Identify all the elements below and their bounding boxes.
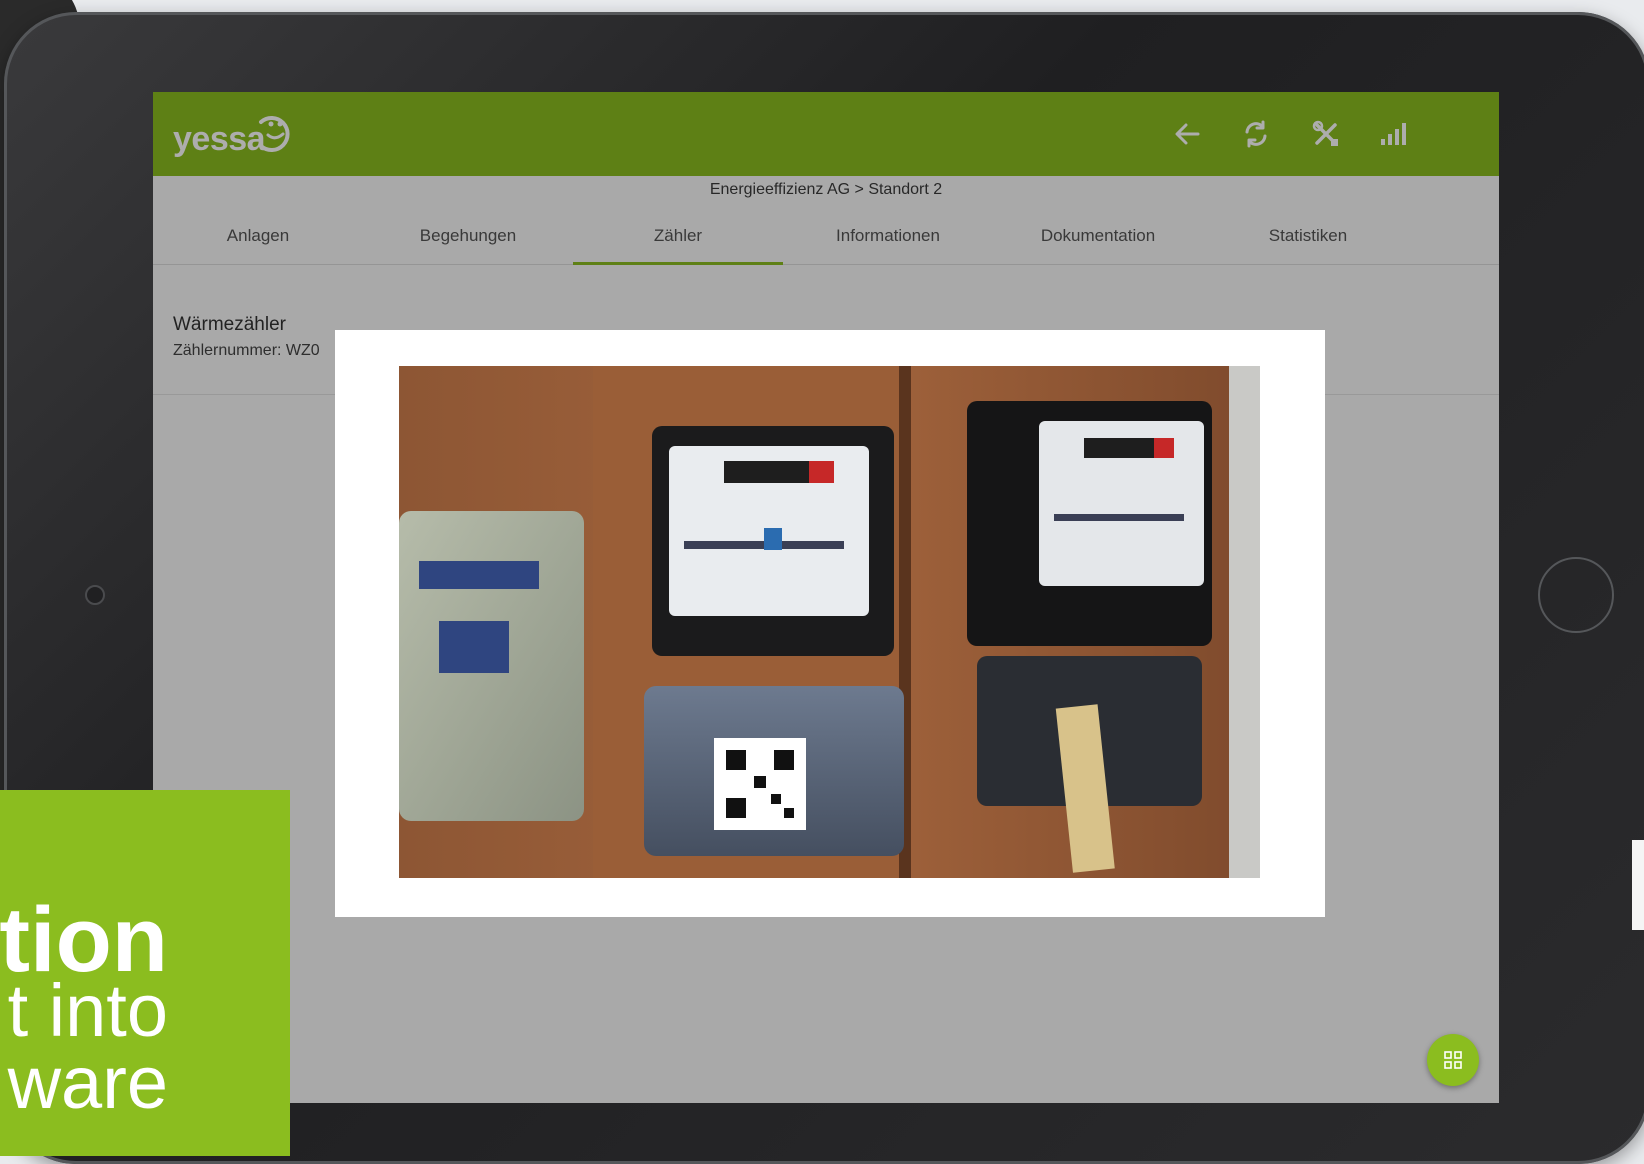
promo-line-3: ware [7,1041,168,1124]
promo-banner: tion t into ware [0,790,290,1156]
camera-icon [85,585,105,605]
meter-photo [399,366,1260,878]
qr-scan-button[interactable] [1427,1034,1479,1086]
qr-grid-icon [1444,1051,1462,1069]
home-button[interactable] [1538,557,1614,633]
background-edge [1632,840,1644,930]
image-dialog [335,330,1325,917]
